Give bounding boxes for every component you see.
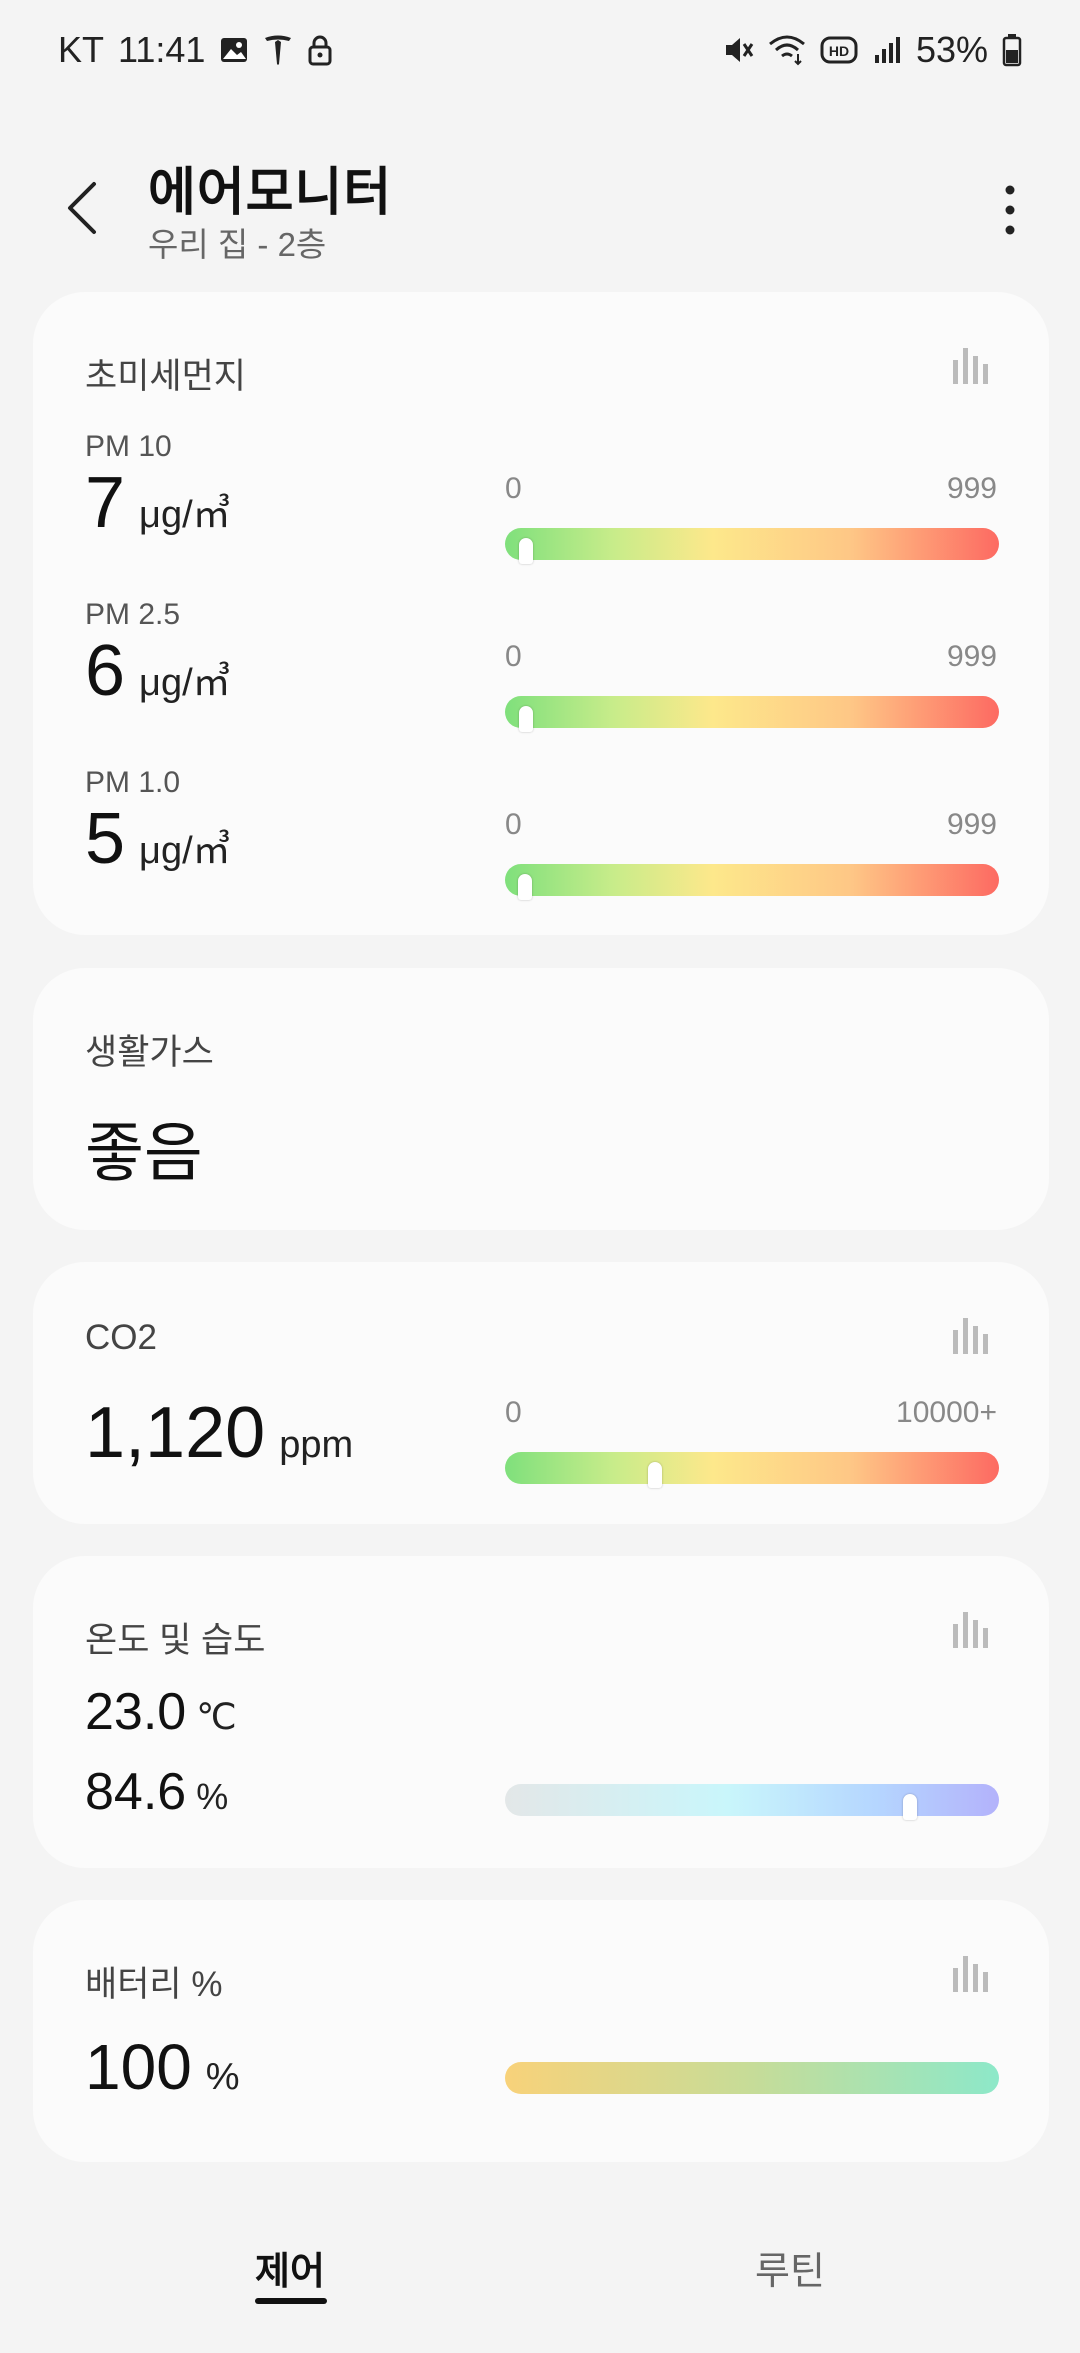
pm-card-title: 초미세먼지 bbox=[85, 357, 247, 396]
tab-routine[interactable]: 루틴 bbox=[755, 2240, 825, 2295]
tesla-icon bbox=[263, 34, 293, 66]
pm25-number: 6 bbox=[85, 631, 126, 711]
co2-card-title: CO2 bbox=[85, 1318, 157, 1357]
gas-status: 좋음 bbox=[85, 1102, 203, 1194]
tab-control[interactable]: 제어 bbox=[255, 2240, 325, 2295]
pm25-scale-max: 999 bbox=[946, 640, 997, 673]
hd-icon: HD bbox=[820, 35, 858, 65]
gas-status-text: 좋음 bbox=[85, 1117, 203, 1189]
page-subtitle: 우리 집 - 2층 bbox=[148, 226, 327, 263]
temperature-value: 23.0 ℃ bbox=[85, 1682, 237, 1742]
temp-card-title: 온도 및 습도 bbox=[85, 1621, 266, 1660]
pm1-gauge bbox=[505, 864, 999, 900]
pm10-label: PM 10 bbox=[85, 430, 172, 463]
co2-number: 1,120 bbox=[85, 1393, 266, 1473]
pm10-scale-min: 0 bbox=[505, 472, 522, 505]
pm10-gauge-marker bbox=[519, 538, 534, 564]
pm10-gauge bbox=[505, 528, 999, 564]
pm25-label: PM 2.5 bbox=[85, 598, 181, 631]
pm25-value: 6 μg/㎥ bbox=[85, 630, 231, 712]
clock: 11:41 bbox=[118, 29, 206, 70]
pm1-label: PM 1.0 bbox=[85, 766, 181, 799]
bar-chart-icon[interactable] bbox=[951, 1954, 991, 1994]
battery-gauge bbox=[505, 2062, 999, 2094]
humidity-number: 84.6 bbox=[85, 1763, 187, 1821]
status-bar: KT 11:41 HD 53% bbox=[0, 0, 1080, 100]
pm10-scale-max: 999 bbox=[946, 472, 997, 505]
pm1-scale-min: 0 bbox=[505, 808, 522, 841]
humidity-unit: % bbox=[196, 1776, 229, 1817]
gallery-icon bbox=[219, 35, 249, 65]
pm25-unit: μg/㎥ bbox=[139, 662, 231, 704]
humidity-gauge bbox=[505, 1784, 999, 1820]
humidity-gauge-marker bbox=[903, 1794, 918, 1820]
gas-card[interactable]: 생활가스 좋음 bbox=[33, 968, 1049, 1230]
gas-card-title: 생활가스 bbox=[85, 1033, 214, 1072]
bar-chart-icon[interactable] bbox=[951, 346, 991, 386]
active-tab-indicator bbox=[255, 2298, 327, 2304]
bar-chart-icon[interactable] bbox=[951, 1610, 991, 1650]
signal-icon bbox=[872, 35, 902, 65]
co2-unit: ppm bbox=[279, 1424, 354, 1466]
humidity-value: 84.6 % bbox=[85, 1762, 228, 1822]
more-vertical-icon bbox=[1005, 185, 1015, 235]
bar-chart-icon[interactable] bbox=[951, 1316, 991, 1356]
app-header: 에어모니터 우리 집 - 2층 bbox=[0, 140, 1080, 270]
battery-card[interactable]: 배터리 % 100 % bbox=[33, 1900, 1049, 2162]
temperature-number: 23.0 bbox=[85, 1683, 187, 1741]
more-options-button[interactable] bbox=[998, 180, 1022, 240]
pm25-gauge bbox=[505, 696, 999, 732]
temperature-unit: ℃ bbox=[196, 1696, 237, 1737]
battery-number: 100 bbox=[85, 2031, 192, 2103]
lock-icon bbox=[307, 34, 333, 66]
co2-scale-max: 10000+ bbox=[896, 1396, 997, 1429]
pm10-unit: μg/㎥ bbox=[139, 494, 231, 536]
status-right: HD 53% bbox=[722, 29, 1022, 71]
mute-icon bbox=[722, 34, 754, 66]
battery-unit: % bbox=[205, 2056, 240, 2098]
svg-text:HD: HD bbox=[829, 43, 849, 59]
pm25-scale-min: 0 bbox=[505, 640, 522, 673]
pm1-scale-max: 999 bbox=[946, 808, 997, 841]
co2-gauge bbox=[505, 1452, 999, 1488]
pm-card[interactable]: 초미세먼지 PM 10 7 μg/㎥ 0 999 PM 2.5 6 μg/㎥ 0… bbox=[33, 292, 1049, 935]
status-left: KT 11:41 bbox=[58, 29, 333, 71]
co2-scale-min: 0 bbox=[505, 1396, 522, 1429]
chevron-left-icon bbox=[68, 182, 96, 234]
co2-gauge-marker bbox=[647, 1462, 662, 1488]
wifi-icon bbox=[768, 34, 806, 66]
pm1-number: 5 bbox=[85, 799, 126, 879]
pm1-value: 5 μg/㎥ bbox=[85, 798, 231, 880]
carrier-label: KT bbox=[58, 29, 105, 70]
pm1-gauge-marker bbox=[518, 874, 533, 900]
page-title: 에어모니터 bbox=[148, 164, 393, 222]
temp-humidity-card[interactable]: 온도 및 습도 23.0 ℃ 84.6 % bbox=[33, 1556, 1049, 1868]
back-button[interactable] bbox=[58, 178, 108, 238]
pm10-value: 7 μg/㎥ bbox=[85, 462, 231, 544]
battery-percent: 53% bbox=[915, 29, 988, 70]
pm25-gauge-marker bbox=[518, 706, 533, 732]
battery-icon bbox=[1002, 33, 1022, 67]
battery-card-title: 배터리 % bbox=[85, 1965, 223, 2004]
pm10-number: 7 bbox=[85, 463, 126, 543]
battery-value: 100 % bbox=[85, 2030, 240, 2104]
bottom-nav: 제어 루틴 bbox=[0, 2200, 1080, 2353]
co2-card[interactable]: CO2 1,120 ppm 0 10000+ bbox=[33, 1262, 1049, 1524]
co2-value: 1,120 ppm bbox=[85, 1392, 353, 1474]
pm1-unit: μg/㎥ bbox=[139, 830, 231, 872]
